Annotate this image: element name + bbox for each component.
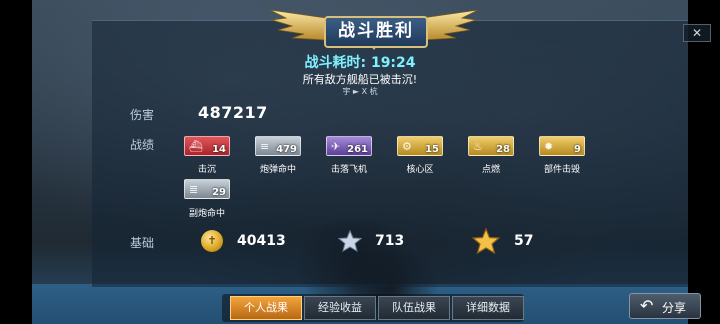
achievement-count: 29 <box>212 187 226 198</box>
achievement-label: 点燃 <box>481 165 500 175</box>
achievement-label: 部件击毁 <box>543 165 580 175</box>
achievement-label: 击落飞机 <box>330 165 367 175</box>
achievement-label: 击沉 <box>197 165 216 175</box>
battle-duration: 战斗耗时: 19:24 <box>0 52 720 72</box>
share-button[interactable]: ↶ 分享 <box>629 293 701 319</box>
banner-title: 战斗胜利 <box>324 16 428 48</box>
achievement-count: 9 <box>574 144 581 155</box>
damage-label: 伤害 <box>130 108 155 122</box>
achievement-sink-badge[interactable]: ⛴ 14 <box>184 136 230 156</box>
achievement-secondary-gun-badge[interactable]: ≣ 29 <box>184 179 230 199</box>
share-arrow-icon: ↶ <box>640 296 654 315</box>
result-message: 所有敌方舰船已被击沉! <box>302 73 418 86</box>
achievement-parts-destroyed-badge[interactable]: ✹ 9 <box>539 136 585 156</box>
coin-icon: ✝ <box>201 230 223 252</box>
gold-star-icon <box>472 228 500 254</box>
tab-team-results[interactable]: 队伍战果 <box>378 296 450 320</box>
ship-icon: ⛴ <box>189 140 203 153</box>
damage-value: 487217 <box>198 103 268 122</box>
achievement-count: 15 <box>425 144 439 155</box>
right-letterbox <box>688 0 720 324</box>
achievement-count: 261 <box>347 144 368 155</box>
achievements-label: 战绩 <box>130 138 155 152</box>
gear-icon: ✹ <box>544 140 554 153</box>
tab-details[interactable]: 详细数据 <box>452 296 524 320</box>
secondary-gun-icon: ≣ <box>189 183 199 196</box>
share-label: 分享 <box>662 301 687 315</box>
achievement-count: 28 <box>496 144 510 155</box>
left-letterbox <box>0 0 32 324</box>
coins-value: 40413 <box>237 233 286 249</box>
achievement-label: 副炮命中 <box>188 209 225 219</box>
victory-banner: 战斗胜利 <box>268 6 480 50</box>
core-icon: ⚙ <box>402 140 412 153</box>
gold-star-value: 57 <box>514 233 534 249</box>
duration-value: 19:24 <box>370 55 416 71</box>
silver-star-value: 713 <box>375 233 405 249</box>
achievement-fire-badge[interactable]: ♨ 28 <box>468 136 514 156</box>
tab-exp-gain[interactable]: 经验收益 <box>304 296 376 320</box>
duration-label: 战斗耗时: <box>304 55 367 71</box>
achievement-label: 核心区 <box>406 165 434 175</box>
achievement-label: 炮弹命中 <box>259 165 296 175</box>
shell-icon: ≡ <box>260 140 270 153</box>
achievement-shell-hit-badge[interactable]: ≡ 479 <box>255 136 301 156</box>
base-label: 基础 <box>130 236 155 250</box>
silver-star-icon <box>338 230 362 252</box>
achievement-core-badge[interactable]: ⚙ 15 <box>397 136 443 156</box>
close-button[interactable]: ✕ <box>683 24 711 42</box>
tab-personal-results[interactable]: 个人战果 <box>230 296 302 320</box>
achievement-count: 14 <box>212 144 226 155</box>
sub-line: 宇 ► X 杭 <box>342 87 378 96</box>
achievement-count: 479 <box>276 144 297 155</box>
fire-icon: ♨ <box>473 140 483 153</box>
plane-icon: ✈ <box>331 140 341 153</box>
achievement-planes-down-badge[interactable]: ✈ 261 <box>326 136 372 156</box>
